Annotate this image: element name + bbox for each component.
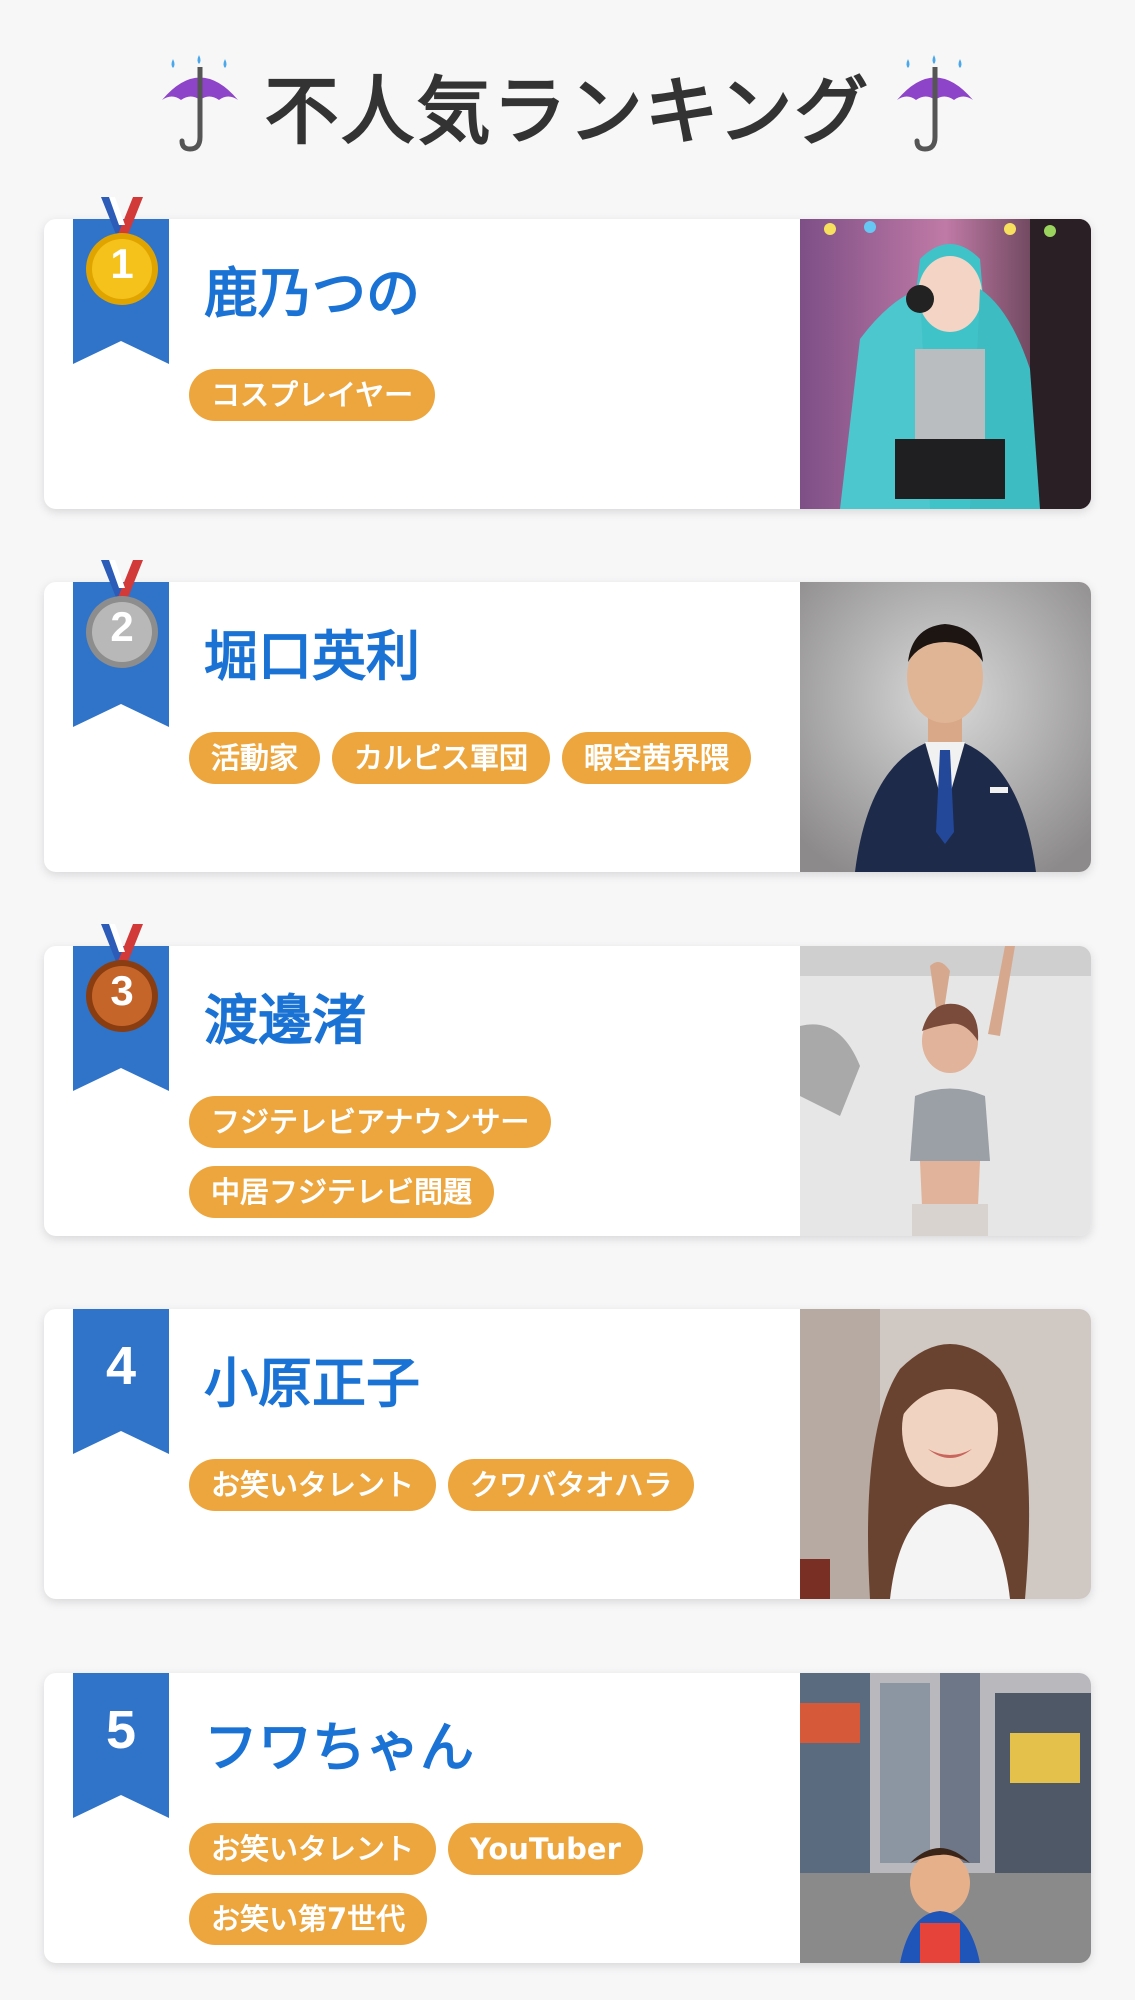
tag-list: お笑いタレント クワバタオハラ [189,1459,849,1511]
tag-chip[interactable]: 中居フジテレビ問題 [189,1166,495,1218]
person-name[interactable]: 渡邊渚 [204,976,366,1055]
woman-smiling-photo [800,1309,1091,1599]
ranking-card[interactable]: 2 堀口英利 活動家 カルピス軍団 暇空茜界隈 [44,560,1091,872]
woman-posing-photo [800,946,1091,1236]
gold-medal-icon: 1 [83,197,161,307]
tag-chip[interactable]: クワバタオハラ [448,1459,695,1511]
person-name[interactable]: 堀口英利 [204,612,420,691]
page-header: 不人気ランキング [0,55,1135,155]
page-title: 不人気ランキング [264,68,871,155]
rank-number: 5 [105,1700,137,1760]
tag-chip[interactable]: 活動家 [189,732,321,784]
street-photo [800,1673,1091,1963]
tag-chip[interactable]: フジテレビアナウンサー [189,1096,552,1148]
tag-chip[interactable]: お笑いタレント [189,1459,437,1511]
rank-number: 1 [110,240,134,287]
cosplayer-photo [800,219,1091,509]
person-name[interactable]: フワちゃん [204,1703,474,1782]
man-in-suit-photo [800,582,1091,872]
tag-list: お笑いタレント YouTuber お笑い第7世代 [189,1823,709,1945]
tag-list: コスプレイヤー [189,369,849,421]
ranking-card[interactable]: 4 小原正子 お笑いタレント クワバタオハラ [44,1309,1091,1599]
person-name[interactable]: 鹿乃つの [204,249,420,328]
ranking-card[interactable]: 3 渡邊渚 フジテレビアナウンサー 中居フジテレビ問題 [44,924,1091,1236]
rank-number: 2 [110,603,134,650]
tag-list: 活動家 カルピス軍団 暇空茜界隈 [189,732,849,784]
umbrella-rain-icon [892,55,978,155]
silver-medal-icon: 2 [83,560,161,670]
tag-chip[interactable]: お笑いタレント [189,1823,437,1875]
ranking-card[interactable]: 5 フワちゃん お笑いタレント YouTuber お笑い第7世代 [44,1673,1091,1963]
person-name[interactable]: 小原正子 [204,1339,420,1418]
rank-number: 4 [105,1336,137,1396]
tag-chip[interactable]: YouTuber [448,1823,643,1875]
rank-number: 3 [110,967,134,1014]
bronze-medal-icon: 3 [83,924,161,1034]
tag-chip[interactable]: カルピス軍団 [332,732,551,784]
ranking-card[interactable]: 1 鹿乃つの コスプレイヤー [44,197,1091,509]
tag-list: フジテレビアナウンサー 中居フジテレビ問題 [189,1096,569,1218]
umbrella-rain-icon [157,55,243,155]
tag-chip[interactable]: コスプレイヤー [189,369,436,421]
tag-chip[interactable]: 暇空茜界隈 [562,732,752,784]
tag-chip[interactable]: お笑い第7世代 [189,1893,428,1945]
